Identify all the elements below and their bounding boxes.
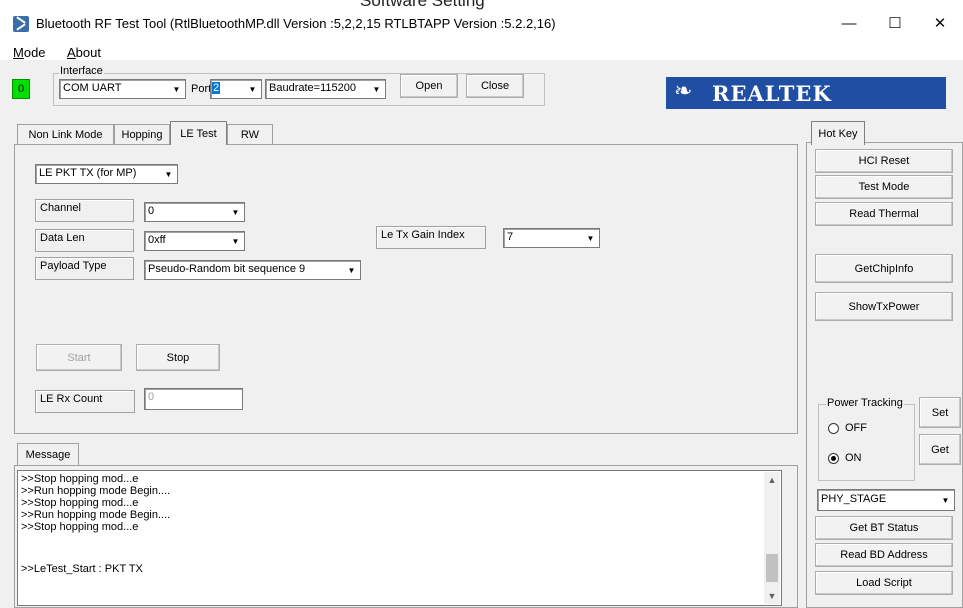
app-icon xyxy=(13,16,29,32)
power-tracking-off-label: OFF xyxy=(845,422,867,434)
power-tracking-get-button[interactable]: Get xyxy=(919,434,961,465)
message-line: >>LeTest_Start : PKT TX xyxy=(21,563,143,575)
tab-le-test[interactable]: LE Test xyxy=(170,121,227,145)
baudrate-value: Baudrate=115200 xyxy=(269,82,356,94)
read-bd-address-button[interactable]: Read BD Address xyxy=(815,543,953,567)
dropdown-arrow-icon: ▼ xyxy=(586,233,595,243)
le-tx-gain-index-label: Le Tx Gain Index xyxy=(376,226,486,249)
payload-type-label: Payload Type xyxy=(35,257,134,280)
message-line: >>Stop hopping mod...e xyxy=(21,521,139,533)
dropdown-arrow-icon: ▼ xyxy=(248,84,257,94)
read-thermal-button[interactable]: Read Thermal xyxy=(815,202,953,226)
channel-select[interactable]: 0 ▼ xyxy=(144,202,245,222)
stop-button[interactable]: Stop xyxy=(136,344,220,371)
menu-about-mnemonic: A xyxy=(67,45,76,60)
title-bar[interactable]: Bluetooth RF Test Tool (RtlBluetoothMP.d… xyxy=(0,0,963,38)
dropdown-arrow-icon: ▼ xyxy=(231,207,240,217)
menu-mode-label: ode xyxy=(23,45,46,60)
close-button[interactable]: Close xyxy=(466,74,524,98)
get-bt-status-button[interactable]: Get BT Status xyxy=(815,516,953,540)
message-line: >>Stop hopping mod...e xyxy=(21,473,139,485)
scrollbar-thumb[interactable] xyxy=(766,554,778,582)
client-area: Mode About 0 Interface COM UART ▼ Port 2… xyxy=(0,38,963,608)
le-rx-count-label: LE Rx Count xyxy=(35,390,135,413)
menu-mode-mnemonic: M xyxy=(13,45,24,60)
menu-bar: Mode About xyxy=(0,38,963,60)
le-rx-count-field[interactable]: 0 xyxy=(144,388,243,410)
realtek-crab-icon xyxy=(674,78,708,104)
power-tracking-group xyxy=(818,404,915,481)
realtek-logo: REALTEK xyxy=(666,77,946,109)
dropdown-arrow-icon: ▼ xyxy=(941,495,950,505)
channel-value: 0 xyxy=(148,205,155,217)
data-len-label: Data Len xyxy=(35,229,134,252)
payload-type-select[interactable]: Pseudo-Random bit sequence 9 ▼ xyxy=(144,260,361,280)
message-line: >>Stop hopping mod...e xyxy=(21,497,139,509)
message-scrollbar[interactable]: ▲ ▼ xyxy=(764,472,780,604)
dropdown-arrow-icon: ▼ xyxy=(164,169,173,179)
power-tracking-legend: Power Tracking xyxy=(826,397,904,409)
interface-legend: Interface xyxy=(59,65,104,77)
payload-type-value: Pseudo-Random bit sequence 9 xyxy=(148,263,306,275)
load-script-button[interactable]: Load Script xyxy=(815,571,953,595)
channel-label: Channel xyxy=(35,199,134,222)
dropdown-arrow-icon: ▼ xyxy=(231,236,240,246)
menu-about-label: bout xyxy=(75,45,101,60)
data-len-select[interactable]: 0xff ▼ xyxy=(144,231,245,251)
le-tx-gain-index-value: 7 xyxy=(507,231,514,243)
connection-status-led: 0 xyxy=(12,79,30,99)
menu-about[interactable]: About xyxy=(67,45,101,60)
power-tracking-on-label: ON xyxy=(845,452,862,464)
dropdown-arrow-icon: ▼ xyxy=(347,265,356,275)
test-mode-button[interactable]: Test Mode xyxy=(815,175,953,199)
interface-type-select[interactable]: COM UART ▼ xyxy=(59,79,186,99)
dropdown-arrow-icon: ▼ xyxy=(372,84,381,94)
minimize-button[interactable]: — xyxy=(826,9,872,37)
message-line: >>Run hopping mode Begin.... xyxy=(21,509,171,521)
hci-reset-button[interactable]: HCI Reset xyxy=(815,149,953,173)
interface-type-value: COM UART xyxy=(63,82,122,94)
le-mode-select[interactable]: LE PKT TX (for MP) ▼ xyxy=(35,164,178,184)
tab-rw[interactable]: RW xyxy=(227,124,273,145)
power-tracking-off-radio[interactable]: OFF xyxy=(828,422,867,434)
message-line: >>Run hopping mode Begin.... xyxy=(21,485,171,497)
stage-select[interactable]: PHY_STAGE ▼ xyxy=(817,489,955,511)
scroll-up-icon[interactable]: ▲ xyxy=(764,472,780,488)
menu-mode[interactable]: Mode xyxy=(13,45,46,60)
tab-non-link-mode[interactable]: Non Link Mode xyxy=(17,124,114,145)
radio-on-icon xyxy=(828,452,839,464)
port-label: Port xyxy=(191,83,212,95)
data-len-value: 0xff xyxy=(148,234,166,246)
port-select[interactable]: 2 ▼ xyxy=(210,79,262,99)
realtek-logo-text: REALTEK xyxy=(712,80,832,106)
radio-off-icon xyxy=(828,422,839,434)
get-chip-info-button[interactable]: GetChipInfo xyxy=(815,254,953,283)
tab-message[interactable]: Message xyxy=(17,443,79,466)
baudrate-select[interactable]: Baudrate=115200 ▼ xyxy=(265,79,386,99)
maximize-button[interactable]: ☐ xyxy=(872,9,918,37)
stage-value: PHY_STAGE xyxy=(821,493,887,505)
message-log[interactable]: >>Stop hopping mod...e >>Run hopping mod… xyxy=(17,470,782,606)
dropdown-arrow-icon: ▼ xyxy=(172,84,181,94)
tab-hopping[interactable]: Hopping xyxy=(114,124,170,145)
close-window-button[interactable]: ✕ xyxy=(917,9,963,37)
open-button[interactable]: Open xyxy=(400,74,458,98)
power-tracking-on-radio[interactable]: ON xyxy=(828,452,862,464)
start-button[interactable]: Start xyxy=(36,344,122,371)
power-tracking-set-button[interactable]: Set xyxy=(919,397,961,428)
le-tx-gain-index-select[interactable]: 7 ▼ xyxy=(503,228,600,248)
show-tx-power-button[interactable]: ShowTxPower xyxy=(815,292,953,321)
tab-hot-key[interactable]: Hot Key xyxy=(811,121,865,145)
scroll-down-icon[interactable]: ▼ xyxy=(764,588,780,604)
window-title: Bluetooth RF Test Tool (RtlBluetoothMP.d… xyxy=(36,16,556,31)
port-value: 2 xyxy=(212,82,221,94)
le-mode-value: LE PKT TX (for MP) xyxy=(39,167,137,179)
